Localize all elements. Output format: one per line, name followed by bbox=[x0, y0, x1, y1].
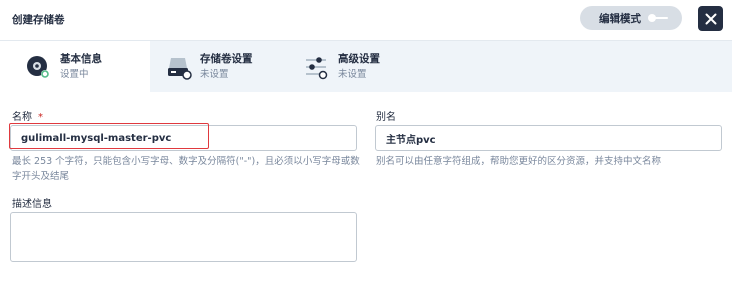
name-label-text: 名称 bbox=[12, 112, 32, 123]
step-label: 基本信息 bbox=[60, 53, 102, 65]
description-textarea[interactable] bbox=[10, 212, 357, 262]
step-basic-info[interactable]: 基本信息 设置中 bbox=[0, 41, 150, 93]
step-label: 高级设置 bbox=[338, 53, 380, 65]
alias-label: 别名 bbox=[376, 112, 396, 123]
required-mark: * bbox=[38, 112, 43, 123]
name-hint: 最长 253 个字符，只能包含小写字母、数字及分隔符("-")，且必须以小写字母… bbox=[12, 154, 362, 184]
modal-title: 创建存储卷 bbox=[12, 14, 65, 26]
toggle-switch-icon[interactable] bbox=[648, 14, 669, 22]
step-advanced-settings[interactable]: 高级设置 未设置 bbox=[290, 41, 430, 93]
basic-info-form: 名称 * gulimall-mysql-master-pvc 最长 253 个字符… bbox=[0, 92, 732, 284]
name-label: 名称 * bbox=[12, 108, 43, 123]
edit-mode-toggle[interactable]: 编辑模式 bbox=[580, 6, 682, 30]
step-bar: 基本信息 设置中 存储卷设置 未设置 高级设置 未设置 bbox=[0, 40, 732, 93]
alias-input[interactable]: 主节点pvc bbox=[375, 125, 722, 151]
name-input-value: gulimall-mysql-master-pvc bbox=[21, 132, 172, 144]
step-storage-settings[interactable]: 存储卷设置 未设置 bbox=[150, 41, 290, 93]
name-hint-line: 字开头及结尾 bbox=[12, 171, 70, 182]
step-status: 未设置 bbox=[338, 69, 367, 80]
step-label: 存储卷设置 bbox=[200, 53, 253, 65]
step-status: 设置中 bbox=[60, 69, 89, 80]
disk-icon bbox=[26, 55, 50, 79]
modal-header: 创建存储卷 编辑模式 bbox=[0, 0, 732, 40]
storage-drive-icon bbox=[166, 55, 192, 80]
name-input[interactable]: gulimall-mysql-master-pvc bbox=[10, 125, 357, 151]
step-status: 未设置 bbox=[200, 69, 229, 80]
close-button[interactable] bbox=[698, 6, 723, 31]
close-icon bbox=[705, 13, 716, 24]
sliders-icon bbox=[304, 55, 328, 80]
alias-input-value: 主节点pvc bbox=[386, 134, 436, 146]
alias-hint: 别名可以由任意字符组成，帮助您更好的区分资源，并支持中文名称 bbox=[376, 156, 662, 167]
description-label: 描述信息 bbox=[12, 199, 52, 210]
name-hint-line: 最长 253 个字符，只能包含小写字母、数字及分隔符("-")，且必须以小写字母… bbox=[12, 156, 360, 167]
edit-mode-label: 编辑模式 bbox=[599, 12, 641, 25]
